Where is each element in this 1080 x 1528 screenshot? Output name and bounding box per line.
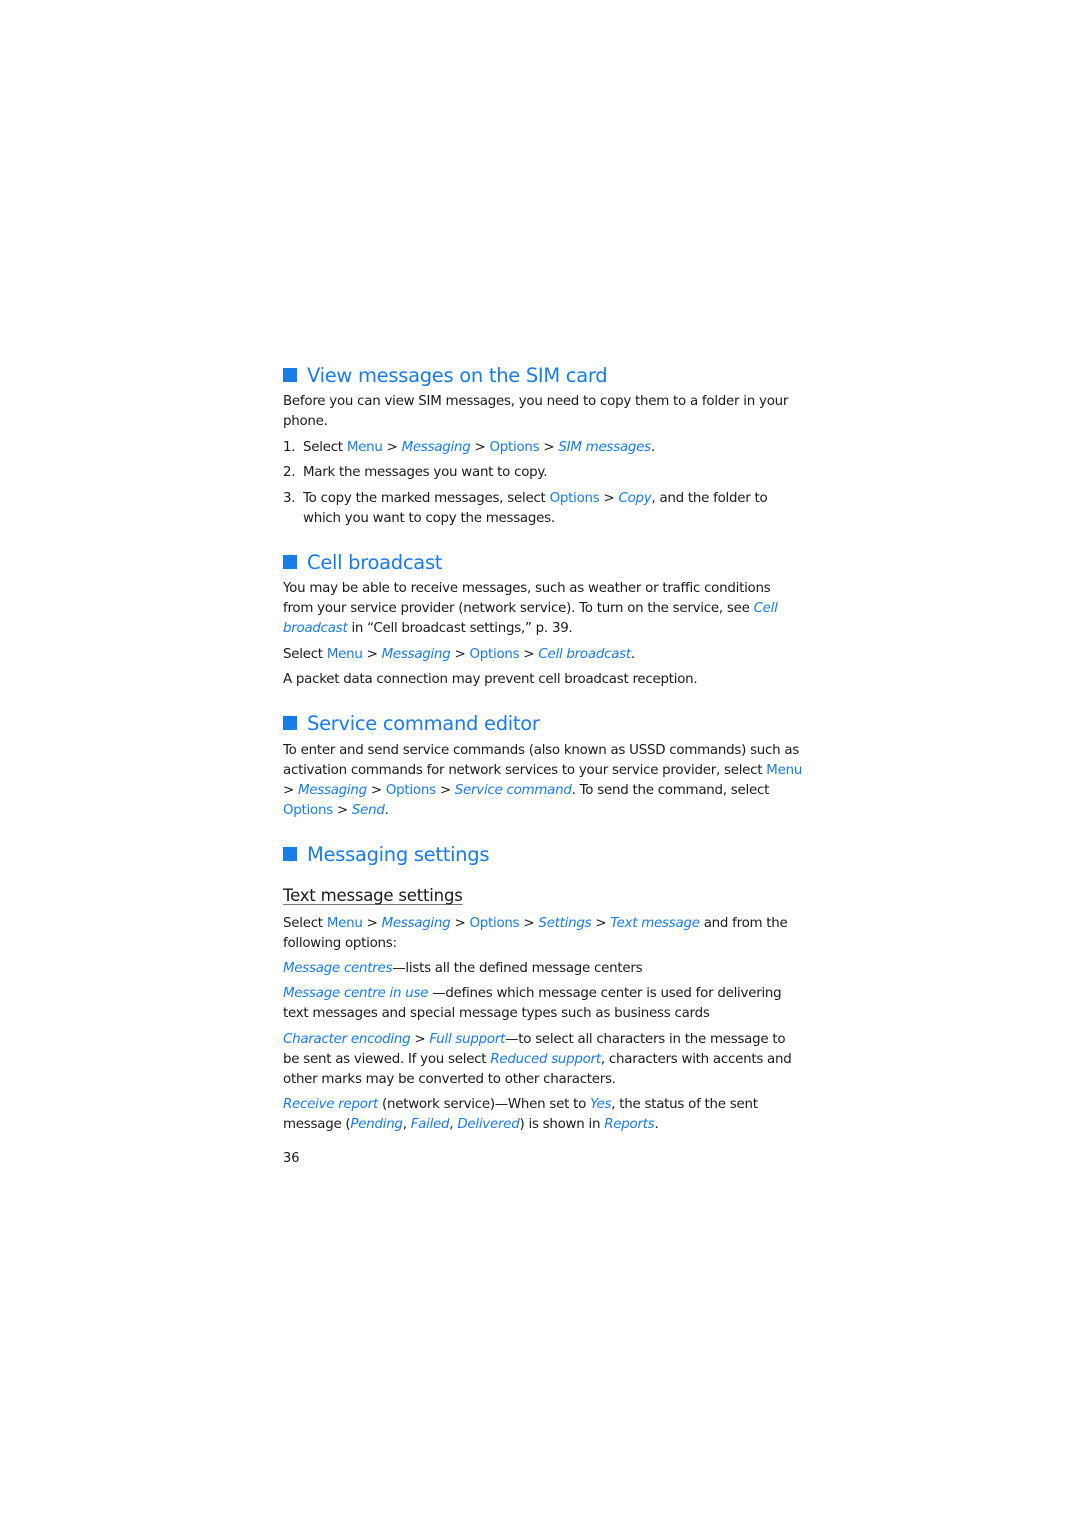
sim-step-3: 3. To copy the marked messages, select Op… bbox=[283, 491, 768, 526]
messaging-link[interactable]: Messaging bbox=[402, 440, 471, 455]
heading-cell-broadcast: Cell broadcast bbox=[283, 551, 442, 574]
settings-select-path: Select Menu > Messaging > Options > Sett… bbox=[283, 916, 788, 951]
message-centre-in-use-link[interactable]: Message centre in use bbox=[283, 986, 428, 1001]
menu-link[interactable]: Menu bbox=[327, 647, 363, 662]
failed-link[interactable]: Failed bbox=[411, 1117, 450, 1132]
message-centres-link[interactable]: Message centres bbox=[283, 961, 393, 976]
cell-note: A packet data connection may prevent cel… bbox=[283, 672, 698, 687]
subheading-text-message-settings: Text message settings bbox=[283, 886, 463, 905]
sim-step-1: 1. Select Menu > Messaging > Options > SI… bbox=[283, 440, 655, 455]
options-link[interactable]: Options bbox=[283, 803, 333, 818]
settings-link[interactable]: Settings bbox=[538, 916, 591, 931]
heading-messaging-settings: Messaging settings bbox=[283, 843, 489, 866]
sim-step-2: 2. Mark the messages you want to copy. bbox=[283, 465, 548, 480]
reports-link[interactable]: Reports bbox=[604, 1117, 654, 1132]
option-message-centre-in-use: Message centre in use —defines which mes… bbox=[283, 986, 782, 1021]
reduced-support-link[interactable]: Reduced support bbox=[490, 1052, 601, 1067]
option-receive-report: Receive report (network service)—When se… bbox=[283, 1097, 758, 1132]
send-link[interactable]: Send bbox=[352, 803, 385, 818]
full-support-link[interactable]: Full support bbox=[429, 1032, 505, 1047]
service-command-link[interactable]: Service command bbox=[455, 783, 572, 798]
sim-messages-link[interactable]: SIM messages bbox=[558, 440, 651, 455]
messaging-link[interactable]: Messaging bbox=[382, 916, 451, 931]
options-link[interactable]: Options bbox=[489, 440, 539, 455]
page-number: 36 bbox=[283, 1151, 300, 1166]
option-character-encoding: Character encoding > Full support—to sel… bbox=[283, 1032, 792, 1087]
menu-link[interactable]: Menu bbox=[347, 440, 383, 455]
service-body: To enter and send service commands (also… bbox=[283, 743, 803, 818]
messaging-link[interactable]: Messaging bbox=[382, 647, 451, 662]
heading-view-sim-messages: View messages on the SIM card bbox=[283, 364, 608, 387]
yes-link[interactable]: Yes bbox=[590, 1097, 611, 1112]
menu-link[interactable]: Menu bbox=[327, 916, 363, 931]
square-bullet-icon bbox=[283, 716, 297, 730]
text-message-link[interactable]: Text message bbox=[610, 916, 700, 931]
options-link[interactable]: Options bbox=[386, 783, 436, 798]
copy-link[interactable]: Copy bbox=[618, 491, 651, 506]
sim-intro: Before you can view SIM messages, you ne… bbox=[283, 394, 789, 429]
menu-link[interactable]: Menu bbox=[766, 763, 802, 778]
square-bullet-icon bbox=[283, 555, 297, 569]
character-encoding-link[interactable]: Character encoding bbox=[283, 1032, 411, 1047]
square-bullet-icon bbox=[283, 368, 297, 382]
options-link[interactable]: Options bbox=[550, 491, 600, 506]
pending-link[interactable]: Pending bbox=[350, 1117, 403, 1132]
heading-service-command-editor: Service command editor bbox=[283, 712, 540, 735]
cell-intro: You may be able to receive messages, suc… bbox=[283, 581, 778, 636]
option-message-centres: Message centres—lists all the defined me… bbox=[283, 961, 643, 976]
options-link[interactable]: Options bbox=[469, 647, 519, 662]
options-link[interactable]: Options bbox=[469, 916, 519, 931]
square-bullet-icon bbox=[283, 847, 297, 861]
receive-report-link[interactable]: Receive report bbox=[283, 1097, 378, 1112]
cell-broadcast-link[interactable]: Cell broadcast bbox=[538, 647, 631, 662]
cell-select-path: Select Menu > Messaging > Options > Cell… bbox=[283, 647, 635, 662]
messaging-link[interactable]: Messaging bbox=[298, 783, 367, 798]
delivered-link[interactable]: Delivered bbox=[457, 1117, 519, 1132]
